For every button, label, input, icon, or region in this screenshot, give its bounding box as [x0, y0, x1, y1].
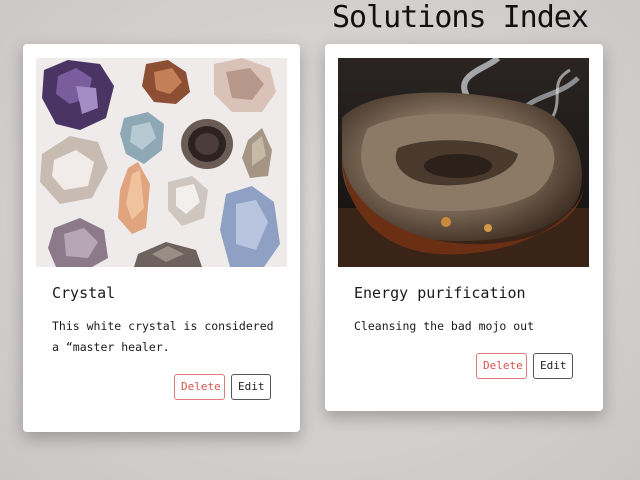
- card-title: Energy purification: [354, 284, 526, 302]
- smudging-shell-image: [338, 58, 589, 267]
- edit-button[interactable]: Edit: [231, 374, 271, 400]
- solution-card-energy-purification: Energy purification Cleansing the bad mo…: [325, 44, 603, 411]
- delete-button[interactable]: Delete: [476, 353, 527, 379]
- crystals-image: [36, 58, 287, 267]
- card-description: Cleansing the bad mojo out: [354, 319, 535, 333]
- solution-card-crystal: Crystal This white crystal is considered…: [23, 44, 300, 432]
- delete-button[interactable]: Delete: [174, 374, 225, 400]
- card-title: Crystal: [52, 284, 116, 302]
- page-title: Solutions Index: [332, 0, 589, 35]
- card-description: This white crystal is considered a “mast…: [52, 319, 274, 354]
- edit-button[interactable]: Edit: [533, 353, 573, 379]
